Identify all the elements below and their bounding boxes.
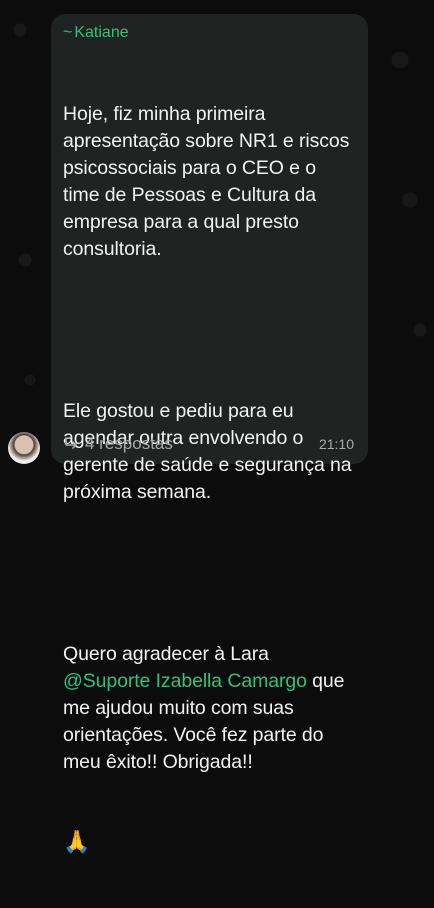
- message-footer: 4 respostas 21:10: [63, 432, 354, 456]
- message-timestamp: 21:10: [318, 436, 354, 452]
- user-mention[interactable]: @Suporte Izabella Camargo: [63, 670, 307, 692]
- message-paragraph-1: Hoje, fiz minha primeira apresentação so…: [63, 103, 355, 260]
- replies-count: 4 respostas: [85, 434, 173, 453]
- message-bubble[interactable]: ~ Katiane Hoje, fiz minha primeira apres…: [51, 14, 368, 854]
- sender-name[interactable]: ~ Katiane: [63, 22, 356, 44]
- reply-arrow-icon: [63, 436, 79, 452]
- sender-prefix: ~: [63, 24, 73, 41]
- message-text: Hoje, fiz minha primeira apresentação so…: [63, 47, 356, 908]
- sender-avatar[interactable]: [8, 432, 40, 464]
- message-paragraph-3: Quero agradecer à Lara @Suporte Izabella…: [63, 641, 356, 776]
- replies-link[interactable]: 4 respostas: [63, 434, 173, 454]
- paragraph-3-start: Quero agradecer à Lara: [63, 643, 275, 665]
- praying-hands-emoji: 🙏: [63, 829, 91, 854]
- sender-name-text: Katiane: [74, 24, 129, 41]
